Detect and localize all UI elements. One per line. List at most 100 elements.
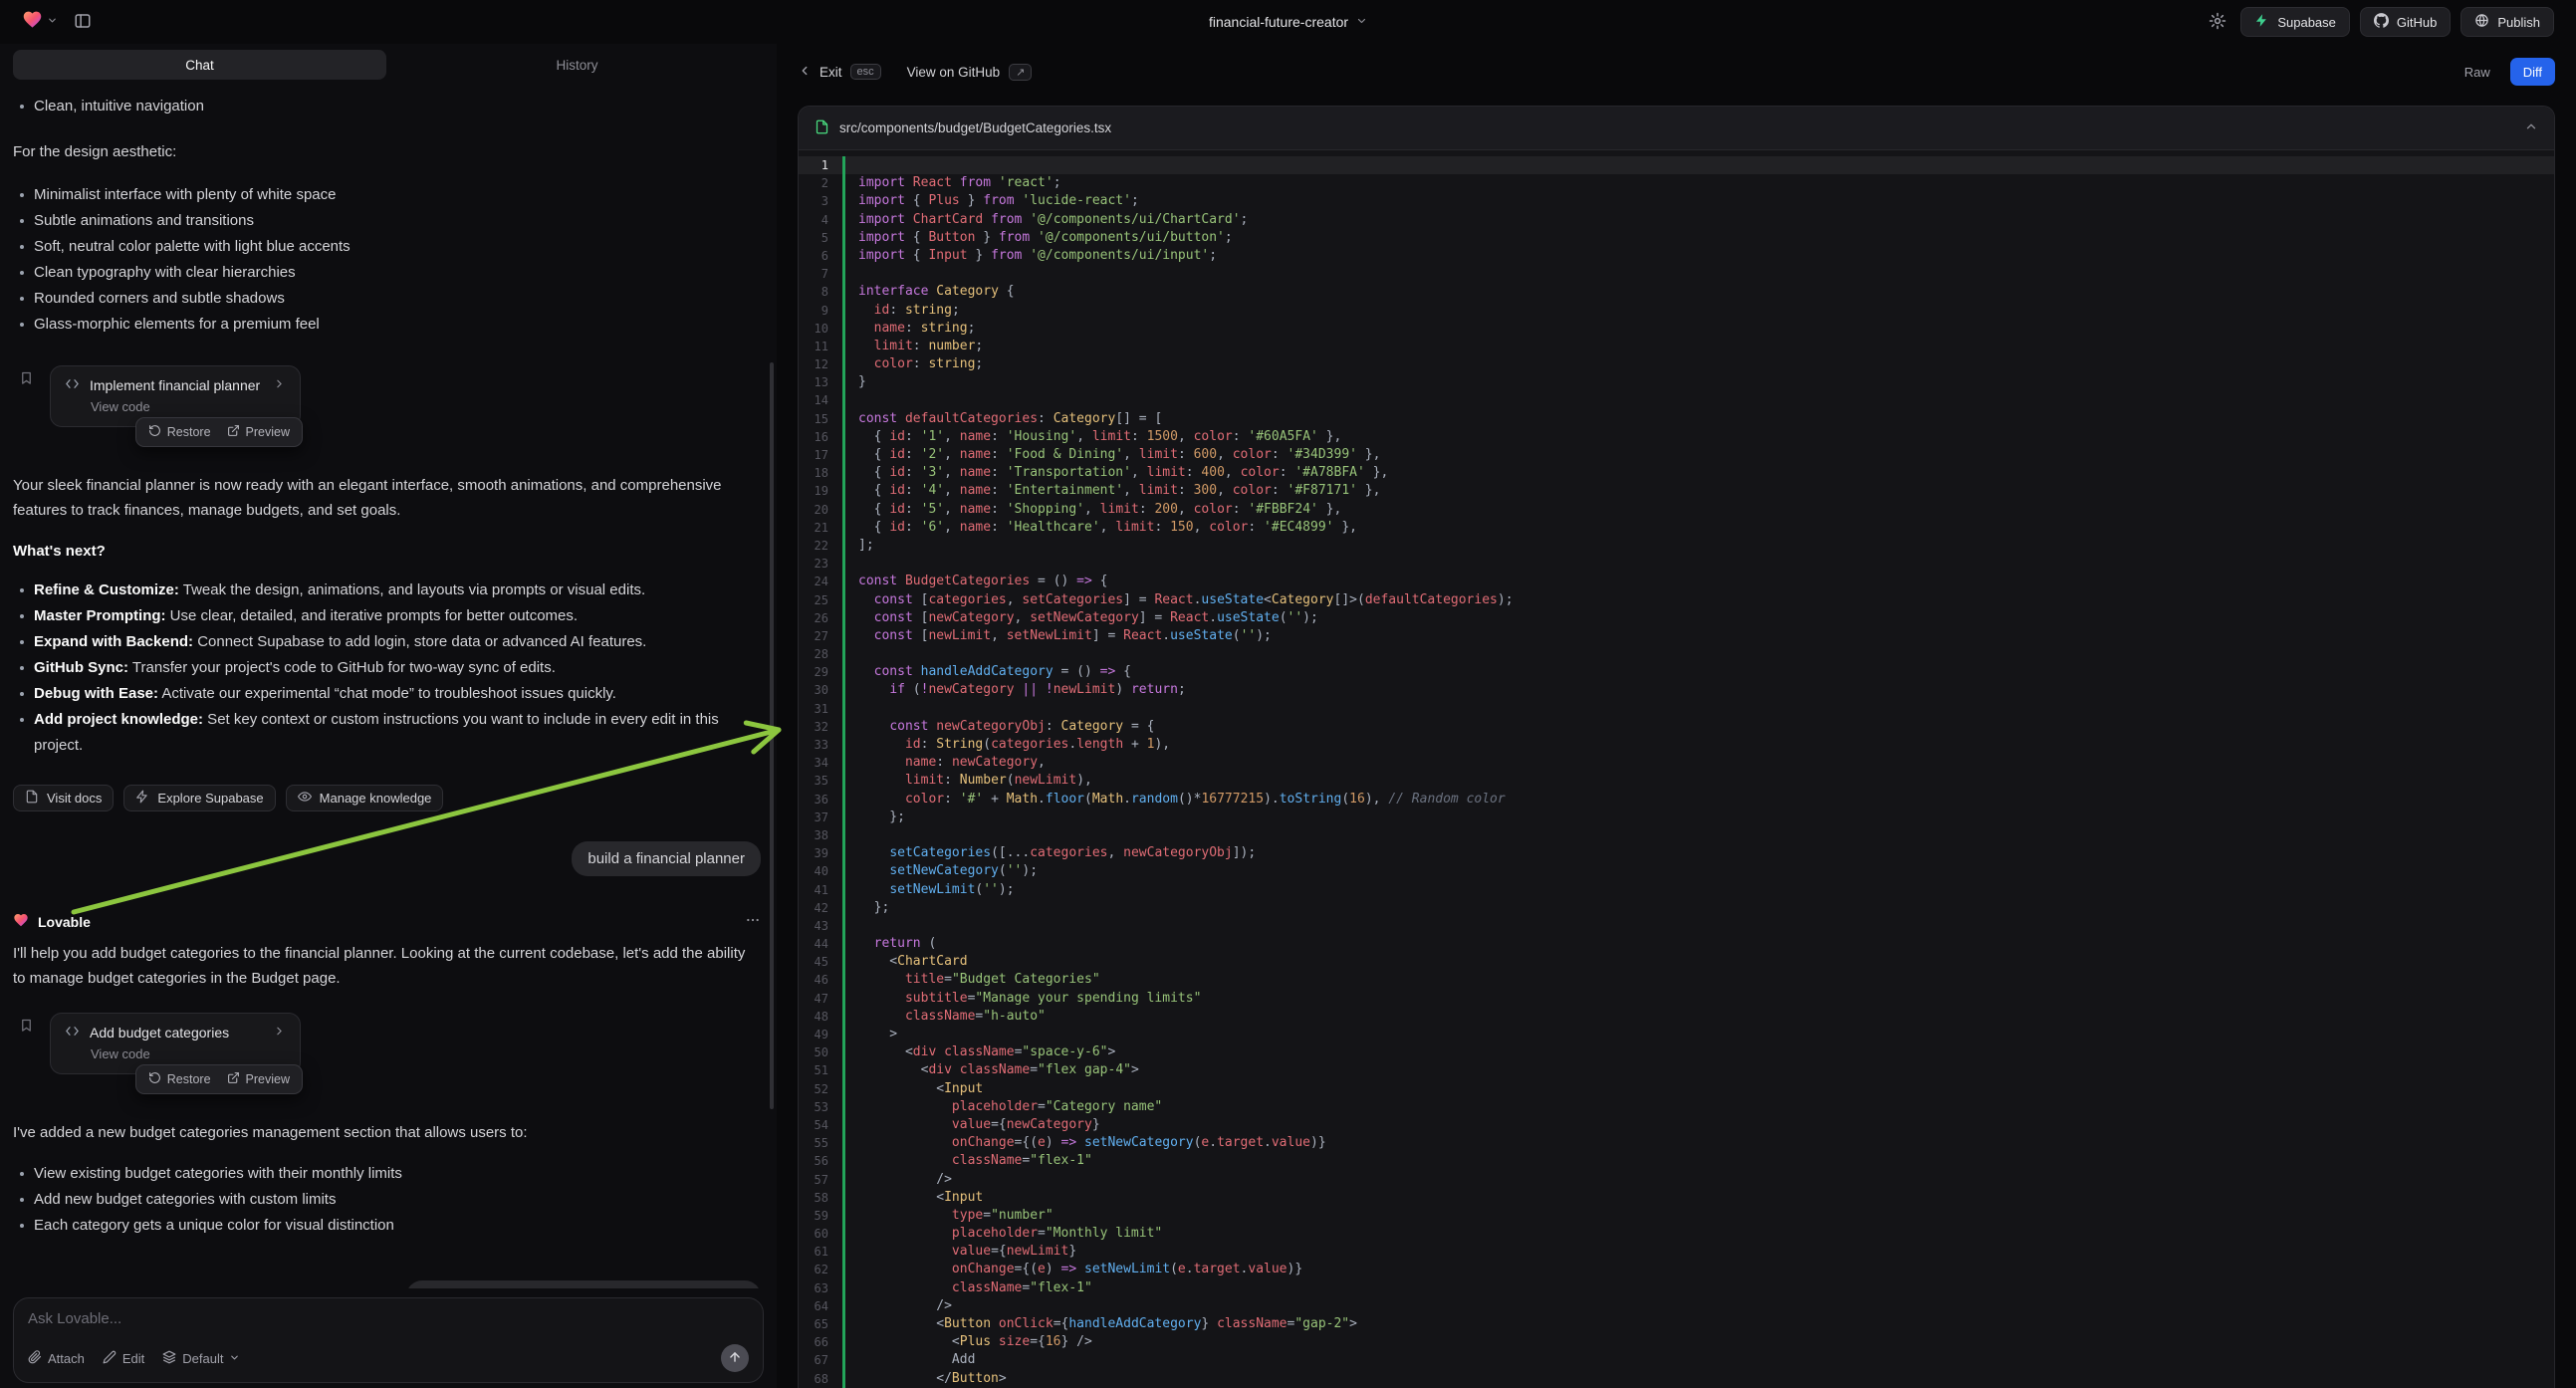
code-line: 16 { id: '1', name: 'Housing', limit: 15…	[799, 428, 2554, 446]
code-line: 50 <div className="space-y-6">	[799, 1043, 2554, 1061]
bullet-item: Debug with Ease: Activate our experiment…	[13, 681, 761, 707]
code-line: 59 type="number"	[799, 1207, 2554, 1225]
bullet-item: Expand with Backend: Connect Supabase to…	[13, 629, 761, 655]
publish-button[interactable]: Publish	[2460, 7, 2554, 37]
view-on-github-button[interactable]: View on GitHub ↗	[907, 64, 1033, 81]
line-number: 47	[799, 990, 842, 1008]
bullet-list: Clean, intuitive navigation	[13, 94, 761, 119]
preview-button[interactable]: Preview	[227, 1071, 290, 1087]
explore-supabase-button[interactable]: Explore Supabase	[123, 785, 275, 811]
tool-card-title: Add budget categories	[90, 1025, 229, 1041]
workspace-menu[interactable]	[22, 9, 58, 35]
quick-actions: Visit docs Explore Supabase Manage knowl…	[13, 785, 761, 811]
code-line: 25 const [categories, setCategories] = R…	[799, 591, 2554, 609]
bullet-item: View existing budget categories with the…	[13, 1161, 761, 1187]
file-bar[interactable]: src/components/budget/BudgetCategories.t…	[799, 107, 2554, 150]
tab-history[interactable]: History	[390, 50, 764, 80]
line-number: 10	[799, 320, 842, 338]
design-intro: For the design aesthetic:	[13, 139, 761, 164]
line-number: 32	[799, 718, 842, 736]
edit-label: Edit	[122, 1351, 144, 1366]
line-number: 48	[799, 1008, 842, 1026]
line-number: 33	[799, 736, 842, 754]
code-line: 4import ChartCard from '@/components/ui/…	[799, 211, 2554, 229]
visit-docs-button[interactable]: Visit docs	[13, 785, 114, 811]
code-line: 23	[799, 555, 2554, 573]
restore-button[interactable]: Restore	[148, 1071, 211, 1087]
github-button[interactable]: GitHub	[2360, 7, 2451, 37]
restore-label: Restore	[167, 1072, 211, 1086]
ellipsis-icon	[745, 912, 761, 931]
model-selector[interactable]: Default	[162, 1350, 240, 1367]
line-number: 11	[799, 338, 842, 355]
paperclip-icon	[28, 1350, 42, 1367]
project-name-menu[interactable]: financial-future-creator	[1209, 14, 1367, 30]
code-line: 14	[799, 391, 2554, 409]
diff-toggle-button[interactable]: Diff	[2510, 58, 2555, 86]
reply-intro: I'll help you add budget categories to t…	[13, 941, 761, 991]
code-line: 5import { Button } from '@/components/ui…	[799, 229, 2554, 247]
line-number: 8	[799, 283, 842, 301]
chat-scrollbar-thumb[interactable]	[770, 362, 774, 1109]
line-number: 25	[799, 591, 842, 609]
line-number: 65	[799, 1315, 842, 1333]
settings-button[interactable]	[2205, 8, 2230, 37]
chevron-down-icon	[229, 1351, 240, 1366]
code-line: 60 placeholder="Monthly limit"	[799, 1225, 2554, 1243]
line-number: 12	[799, 355, 842, 373]
preview-label: Preview	[246, 1072, 290, 1086]
added-paragraph: I've added a new budget categories manag…	[13, 1120, 761, 1145]
line-number: 49	[799, 1026, 842, 1043]
collapse-file-button[interactable]	[2524, 119, 2538, 136]
sidebar-toggle-button[interactable]	[70, 8, 96, 37]
bullet-item: Minimalist interface with plenty of whit…	[13, 182, 761, 208]
attach-button[interactable]: Attach	[28, 1350, 85, 1367]
code-line: 52 <Input	[799, 1080, 2554, 1098]
code-line: 66 <Plus size={16} />	[799, 1333, 2554, 1351]
supabase-button[interactable]: Supabase	[2240, 7, 2350, 37]
line-number: 15	[799, 410, 842, 428]
tool-card-title: Implement financial planner	[90, 377, 260, 393]
exit-label: Exit	[820, 65, 842, 80]
line-number: 63	[799, 1279, 842, 1297]
bolt-icon	[135, 790, 149, 807]
code-line: 10 name: string;	[799, 320, 2554, 338]
raw-toggle-button[interactable]: Raw	[2453, 58, 2502, 86]
line-number: 67	[799, 1351, 842, 1369]
code-line: 67 Add	[799, 1351, 2554, 1369]
view-code-link[interactable]: View code	[91, 1046, 286, 1061]
line-number: 51	[799, 1061, 842, 1079]
restore-button[interactable]: Restore	[148, 424, 211, 440]
view-code-link[interactable]: View code	[91, 399, 286, 414]
code-line: 34 name: newCategory,	[799, 754, 2554, 772]
visit-docs-label: Visit docs	[47, 791, 102, 806]
bullet-item: Rounded corners and subtle shadows	[13, 286, 761, 312]
code-line: 54 value={newCategory}	[799, 1116, 2554, 1134]
restore-icon	[148, 1071, 161, 1087]
more-options-button[interactable]	[745, 912, 761, 931]
send-button[interactable]	[721, 1344, 749, 1372]
chat-input[interactable]	[28, 1310, 749, 1327]
chat-message-list[interactable]: Clean, intuitive navigation For the desi…	[0, 88, 777, 1288]
line-number: 30	[799, 681, 842, 699]
manage-knowledge-button[interactable]: Manage knowledge	[286, 785, 444, 811]
exit-button[interactable]: Exit esc	[798, 64, 881, 81]
globe-icon	[2474, 13, 2489, 31]
line-number: 28	[799, 645, 842, 663]
code-lines[interactable]: 12import React from 'react';3import { Pl…	[799, 150, 2554, 1388]
line-number: 22	[799, 537, 842, 555]
line-number: 3	[799, 192, 842, 210]
line-number: 6	[799, 247, 842, 265]
line-number: 39	[799, 844, 842, 862]
code-line: 42 };	[799, 899, 2554, 917]
assistant-header: Lovable	[13, 912, 761, 931]
line-number: 35	[799, 772, 842, 790]
edit-mode-button[interactable]: Edit	[103, 1350, 144, 1367]
code-line: 31	[799, 700, 2554, 718]
tab-chat[interactable]: Chat	[13, 50, 386, 80]
preview-button[interactable]: Preview	[227, 424, 290, 440]
gear-icon	[2209, 12, 2226, 33]
bullet-item: Soft, neutral color palette with light b…	[13, 234, 761, 260]
external-link-icon	[227, 1071, 240, 1087]
line-number: 60	[799, 1225, 842, 1243]
